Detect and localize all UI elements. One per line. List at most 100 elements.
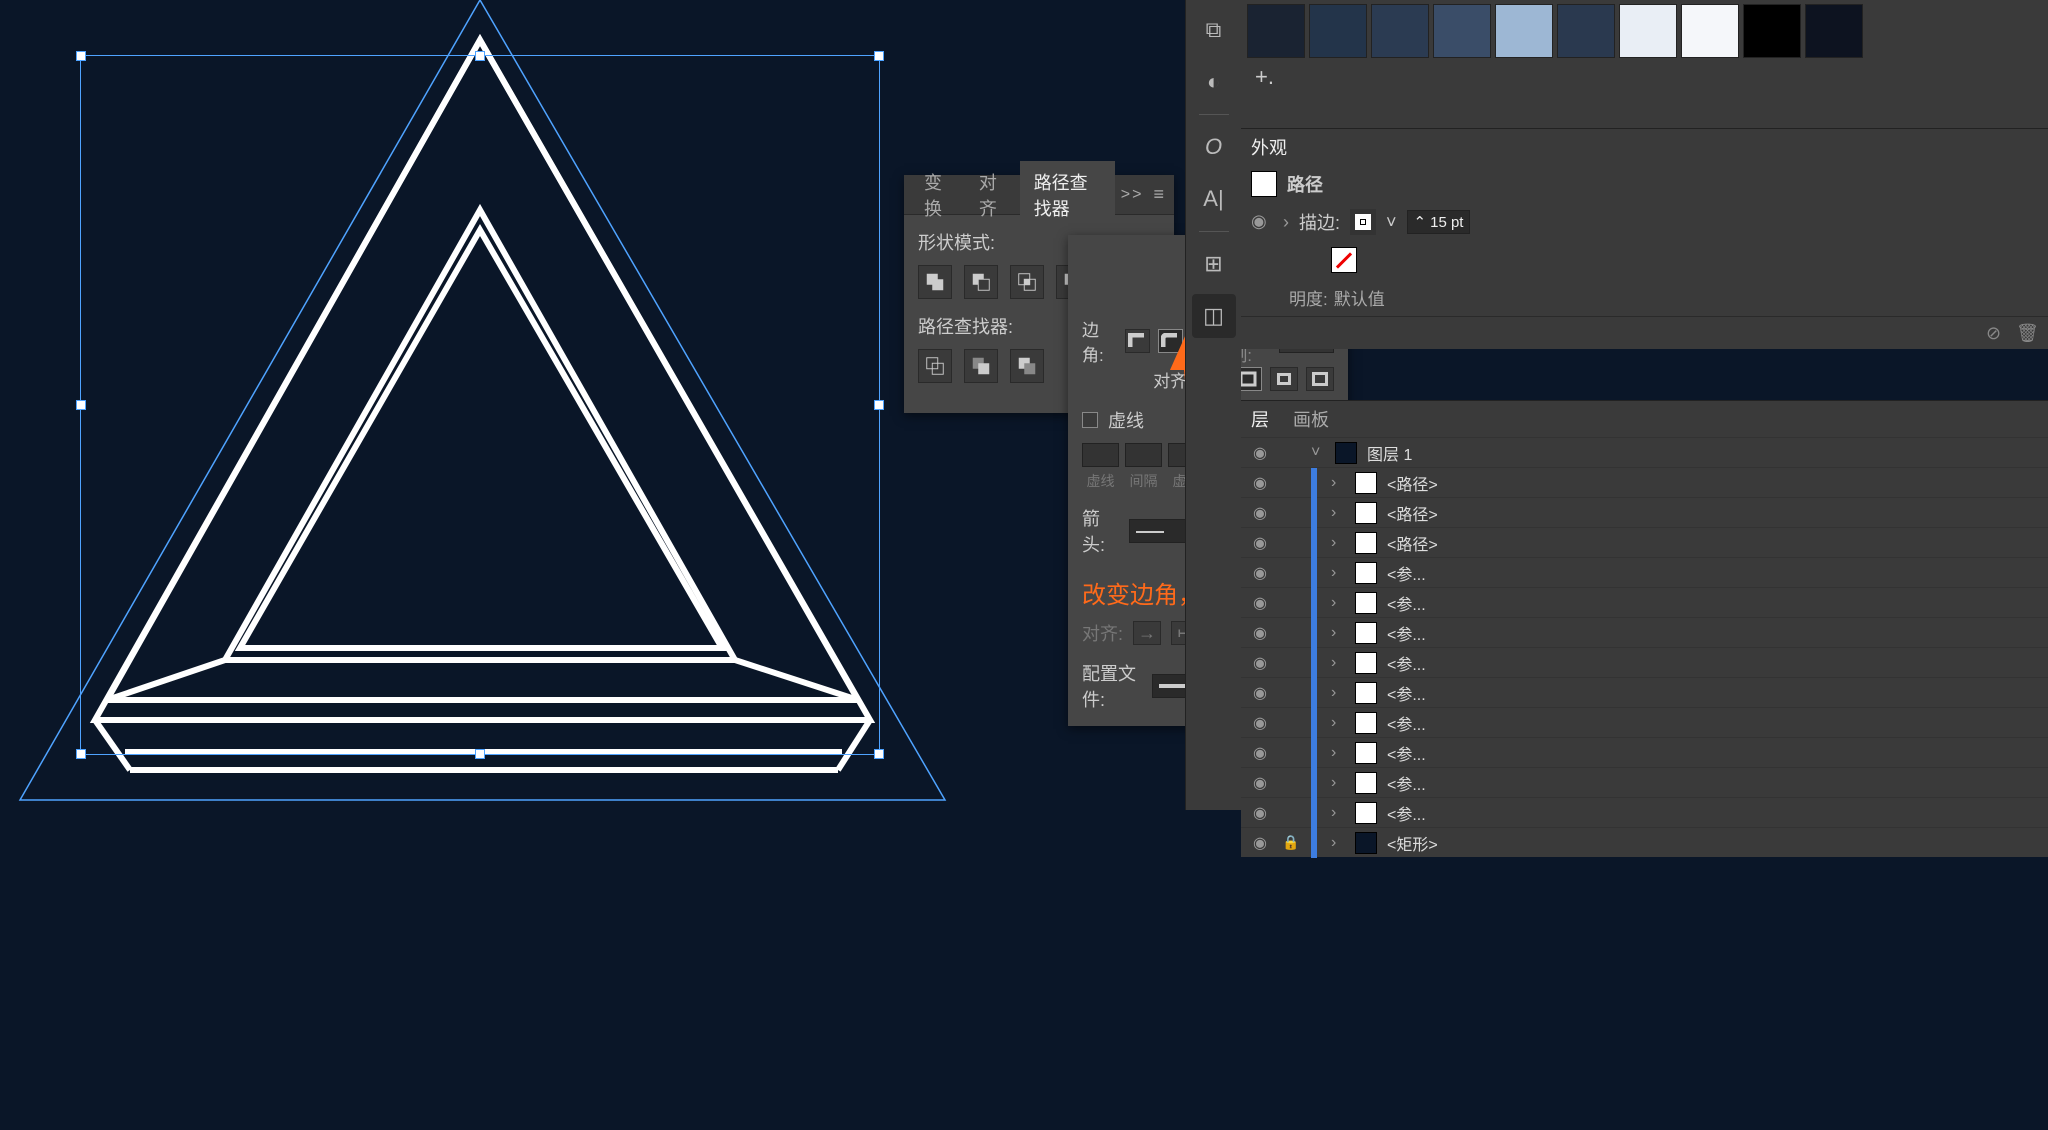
layer-item[interactable]: ◉›<路径> xyxy=(1241,527,2048,557)
layer-expand-icon[interactable]: › xyxy=(1331,474,1345,492)
gap-field-1[interactable] xyxy=(1125,443,1162,467)
handle-bottom-left[interactable] xyxy=(76,749,86,759)
clear-appearance-icon[interactable]: ⊘ xyxy=(1986,323,2006,343)
layer-visibility-icon[interactable]: ◉ xyxy=(1249,773,1271,793)
layer-visibility-icon[interactable]: ◉ xyxy=(1249,563,1271,583)
layer-visibility-icon[interactable]: ◉ xyxy=(1249,683,1271,703)
shape-unite-button[interactable] xyxy=(918,265,952,299)
layer-item-name[interactable]: <参... xyxy=(1387,561,1426,585)
swatch-1[interactable] xyxy=(1309,4,1367,58)
layer-visibility-icon[interactable]: ◉ xyxy=(1249,473,1271,493)
handle-mid-left[interactable] xyxy=(76,400,86,410)
layer-expand-icon[interactable]: › xyxy=(1331,804,1345,822)
layer-expand-icon[interactable]: › xyxy=(1331,714,1345,732)
layer-item[interactable]: ◉ › <参... xyxy=(1241,617,2048,647)
layer-visibility-icon[interactable]: ◉ xyxy=(1249,743,1271,763)
stroke-weight-field[interactable]: ⌃15 pt xyxy=(1407,210,1471,234)
swatch-2[interactable] xyxy=(1371,4,1429,58)
shape-intersect-button[interactable] xyxy=(1010,265,1044,299)
layer-visibility-icon[interactable]: ◉ xyxy=(1249,443,1271,463)
panel-menu-icon[interactable]: ≡ xyxy=(1149,180,1168,209)
layer-item-name[interactable]: <参... xyxy=(1387,801,1426,825)
layer-item[interactable]: ◉›<参... xyxy=(1241,587,2048,617)
align-stroke-inside-button[interactable] xyxy=(1270,367,1298,391)
add-swatch-button[interactable]: +. xyxy=(1247,64,1275,86)
layer-expand-icon[interactable]: › xyxy=(1331,504,1345,522)
layer-visibility-icon[interactable]: ◉ xyxy=(1249,833,1271,853)
dashed-line-checkbox[interactable] xyxy=(1082,412,1098,428)
dock-character-icon[interactable]: A| xyxy=(1192,177,1236,221)
dock-libraries-icon[interactable]: ⧉ xyxy=(1192,8,1236,52)
selection-bounding-box[interactable] xyxy=(80,55,880,755)
swatch-5[interactable] xyxy=(1557,4,1615,58)
layer-item[interactable]: ◉ › <参... xyxy=(1241,797,2048,827)
layer-expand-icon[interactable]: › xyxy=(1331,594,1345,612)
layer-item-name[interactable]: <参... xyxy=(1387,711,1426,735)
handle-top-right[interactable] xyxy=(874,51,884,61)
tab-pathfinder[interactable]: 路径查找器 xyxy=(1020,161,1115,229)
layer-item[interactable]: ◉ › <路径> xyxy=(1241,467,2048,497)
layer-name[interactable]: 图层 1 xyxy=(1367,441,1412,465)
layer-expand-icon[interactable]: › xyxy=(1331,684,1345,702)
swatch-7[interactable] xyxy=(1681,4,1739,58)
visibility-toggle-icon[interactable]: ◉ xyxy=(1251,211,1273,233)
dash-field-1[interactable] xyxy=(1082,443,1119,467)
tab-transform[interactable]: 变换 xyxy=(910,161,965,229)
layer-item[interactable]: ◉🔒›<矩形> xyxy=(1241,827,2048,857)
dock-align-icon[interactable]: ⊞ xyxy=(1192,242,1236,286)
dock-color-icon[interactable]: ◐ xyxy=(1192,60,1236,104)
layer-item[interactable]: ◉ › <参... xyxy=(1241,677,2048,707)
layer-visibility-icon[interactable]: ◉ xyxy=(1249,593,1271,613)
layer-item-name[interactable]: <参... xyxy=(1387,621,1426,645)
layer-item-name[interactable]: <矩形> xyxy=(1387,831,1438,855)
layer-item-name[interactable]: <参... xyxy=(1387,741,1426,765)
tab-appearance[interactable]: 外观 xyxy=(1251,134,1287,160)
layer-item[interactable]: ◉›<参... xyxy=(1241,557,2048,587)
tab-artboards[interactable]: 画板 xyxy=(1293,406,1329,432)
layer-item[interactable]: ◉›<参... xyxy=(1241,647,2048,677)
shape-minus-front-button[interactable] xyxy=(964,265,998,299)
layer-visibility-icon[interactable]: ◉ xyxy=(1249,623,1271,643)
swatch-8[interactable] xyxy=(1743,4,1801,58)
dock-pathfinder-icon[interactable]: ◫ xyxy=(1192,294,1236,338)
swatch-4[interactable] xyxy=(1495,4,1553,58)
layer-item[interactable]: ◉›<参... xyxy=(1241,767,2048,797)
handle-top-mid[interactable] xyxy=(475,51,485,61)
layer-item-name[interactable]: <路径> xyxy=(1387,501,1438,525)
layer-item-name[interactable]: <参... xyxy=(1387,651,1426,675)
layer-item-name[interactable]: <路径> xyxy=(1387,531,1438,555)
tab-align[interactable]: 对齐 xyxy=(965,161,1020,229)
pf-merge-button[interactable] xyxy=(1010,349,1044,383)
stroke-color-thumb[interactable] xyxy=(1350,209,1376,235)
arrowhead-start-select[interactable] xyxy=(1129,519,1187,543)
panel-more-icon[interactable]: >> xyxy=(1115,182,1150,208)
layer-expand-icon[interactable]: › xyxy=(1331,534,1345,552)
layer-item-name[interactable]: <路径> xyxy=(1387,471,1438,495)
layer-expand-icon[interactable]: › xyxy=(1331,624,1345,642)
layer-item-name[interactable]: <参... xyxy=(1387,681,1426,705)
fill-color-thumb[interactable] xyxy=(1331,247,1357,273)
handle-top-left[interactable] xyxy=(76,51,86,61)
layer-expand-icon[interactable]: › xyxy=(1331,834,1345,852)
layer-item[interactable]: ◉›<参... xyxy=(1241,737,2048,767)
layer-item[interactable]: ◉›<参... xyxy=(1241,707,2048,737)
layer-visibility-icon[interactable]: ◉ xyxy=(1249,803,1271,823)
handle-mid-right[interactable] xyxy=(874,400,884,410)
pf-trim-button[interactable] xyxy=(964,349,998,383)
align-arrow-extend-button[interactable]: → xyxy=(1133,621,1161,645)
swatch-3[interactable] xyxy=(1433,4,1491,58)
dock-type-icon[interactable]: O xyxy=(1192,125,1236,169)
layer-visibility-icon[interactable]: ◉ xyxy=(1249,653,1271,673)
layer-item[interactable]: ◉ › <路径> xyxy=(1241,497,2048,527)
handle-bottom-mid[interactable] xyxy=(475,749,485,759)
pf-divide-button[interactable] xyxy=(918,349,952,383)
layer-expand-icon[interactable]: › xyxy=(1331,774,1345,792)
align-stroke-outside-button[interactable] xyxy=(1306,367,1334,391)
opacity-value[interactable]: 默认值 xyxy=(1334,285,1385,310)
corner-round-button[interactable] xyxy=(1158,329,1183,353)
tab-layers[interactable]: 层 xyxy=(1251,406,1269,432)
corner-miter-button[interactable] xyxy=(1125,329,1150,353)
swatch-0[interactable] xyxy=(1247,4,1305,58)
layer-visibility-icon[interactable]: ◉ xyxy=(1249,503,1271,523)
layer-top[interactable]: ◉ ˅ 图层 1 xyxy=(1241,437,2048,467)
